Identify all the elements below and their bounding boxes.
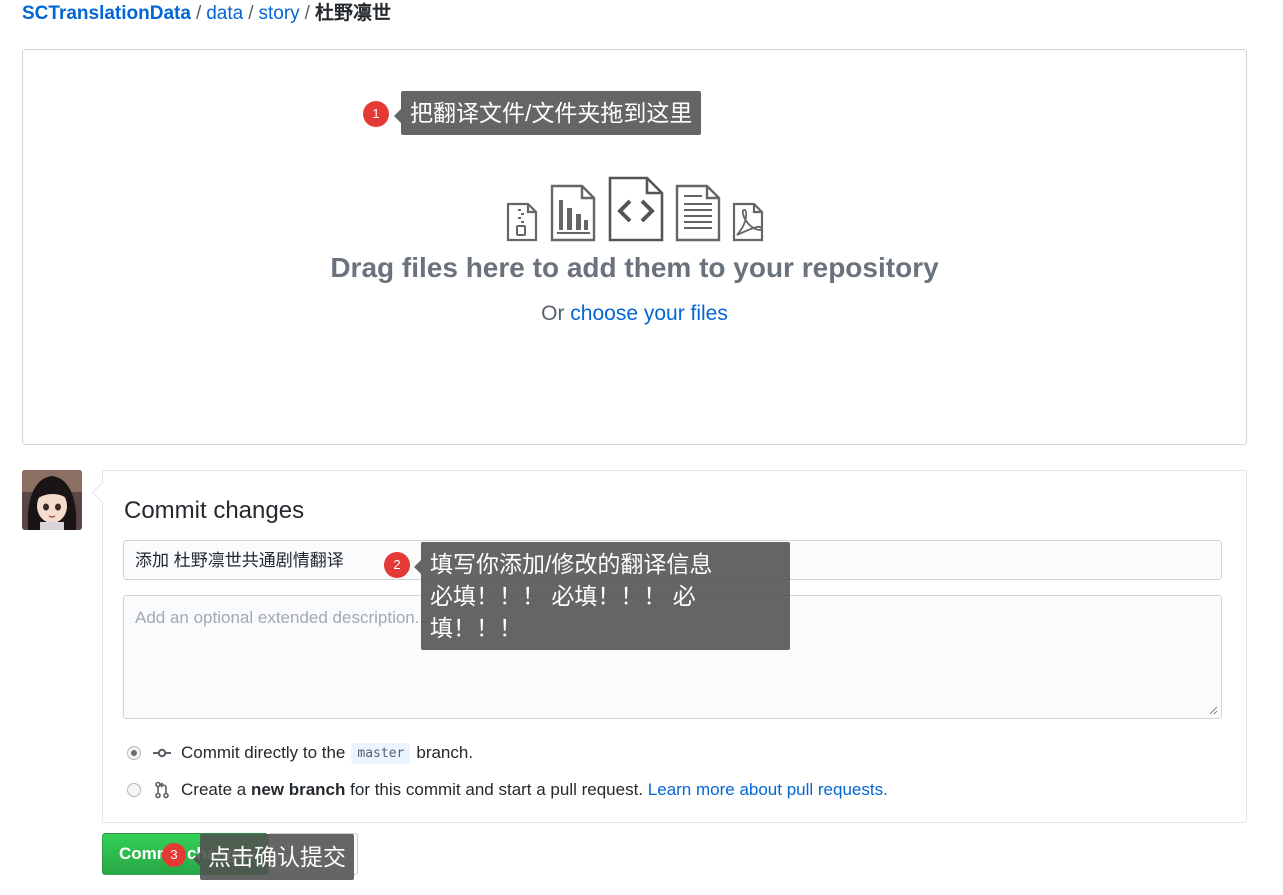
annotation-tip-2-line1: 填写你添加/修改的翻译信息 bbox=[430, 551, 713, 577]
commit-direct-suffix: branch. bbox=[416, 743, 474, 762]
commit-direct-text: Commit directly to the bbox=[181, 743, 346, 762]
branch-name-badge: master bbox=[351, 742, 411, 764]
breadcrumb: SCTranslationData / data / story / 杜野凛世 bbox=[22, 2, 391, 26]
dropzone-title: Drag files here to add them to your repo… bbox=[330, 252, 939, 283]
commit-direct-option[interactable]: Commit directly to the master branch. bbox=[127, 741, 473, 765]
new-branch-text-bold: new branch bbox=[250, 780, 346, 799]
new-branch-radio[interactable] bbox=[127, 783, 141, 797]
git-pull-request-icon bbox=[153, 781, 171, 799]
file-text-icon bbox=[675, 184, 721, 242]
breadcrumb-separator: / bbox=[195, 3, 202, 24]
breadcrumb-data-link[interactable]: data bbox=[206, 3, 243, 24]
new-branch-text-post: for this commit and start a pull request… bbox=[350, 780, 644, 799]
choose-files-link[interactable]: choose your files bbox=[570, 302, 728, 325]
description-placeholder: Add an optional extended description... bbox=[135, 608, 429, 627]
breadcrumb-separator: / bbox=[304, 3, 310, 24]
annotation-tip-3: 点击确认提交 bbox=[193, 834, 354, 880]
dropzone-subtitle: Or choose your files bbox=[23, 302, 1246, 326]
commit-direct-radio[interactable] bbox=[127, 746, 141, 760]
annotation-badge-1: 1 bbox=[363, 101, 389, 127]
file-code-icon bbox=[608, 176, 664, 242]
file-pdf-icon bbox=[732, 202, 764, 242]
or-text: Or bbox=[541, 302, 565, 325]
avatar-image bbox=[22, 470, 82, 530]
annotation-tip-2: 填写你添加/修改的翻译信息 必填！！！ 必填！！！ 必填！！！ bbox=[414, 542, 790, 650]
file-type-icons bbox=[505, 176, 765, 242]
breadcrumb-story-link[interactable]: story bbox=[258, 3, 299, 24]
breadcrumb-current: 杜野凛世 bbox=[314, 3, 391, 24]
annotation-tip-2-line2: 必填！！！ 必填！！！ 必填！！！ bbox=[430, 583, 696, 641]
new-branch-option[interactable]: Create a new branch for this commit and … bbox=[127, 778, 888, 802]
breadcrumb-separator: / bbox=[248, 3, 254, 24]
file-zip-icon bbox=[506, 202, 538, 242]
commit-title: Commit changes bbox=[124, 497, 305, 524]
annotation-badge-2: 2 bbox=[384, 552, 410, 578]
learn-more-pull-requests-link[interactable]: Learn more about pull requests. bbox=[648, 780, 888, 800]
git-commit-icon bbox=[153, 747, 171, 759]
avatar[interactable] bbox=[22, 470, 82, 530]
resize-grip-icon[interactable] bbox=[1209, 706, 1218, 715]
annotation-badge-3: 3 bbox=[162, 843, 186, 867]
breadcrumb-repo-link[interactable]: SCTranslationData bbox=[22, 3, 191, 24]
graph-icon bbox=[550, 184, 596, 242]
new-branch-text-pre: Create a bbox=[181, 780, 247, 799]
annotation-tip-1: 把翻译文件/文件夹拖到这里 bbox=[393, 91, 702, 135]
